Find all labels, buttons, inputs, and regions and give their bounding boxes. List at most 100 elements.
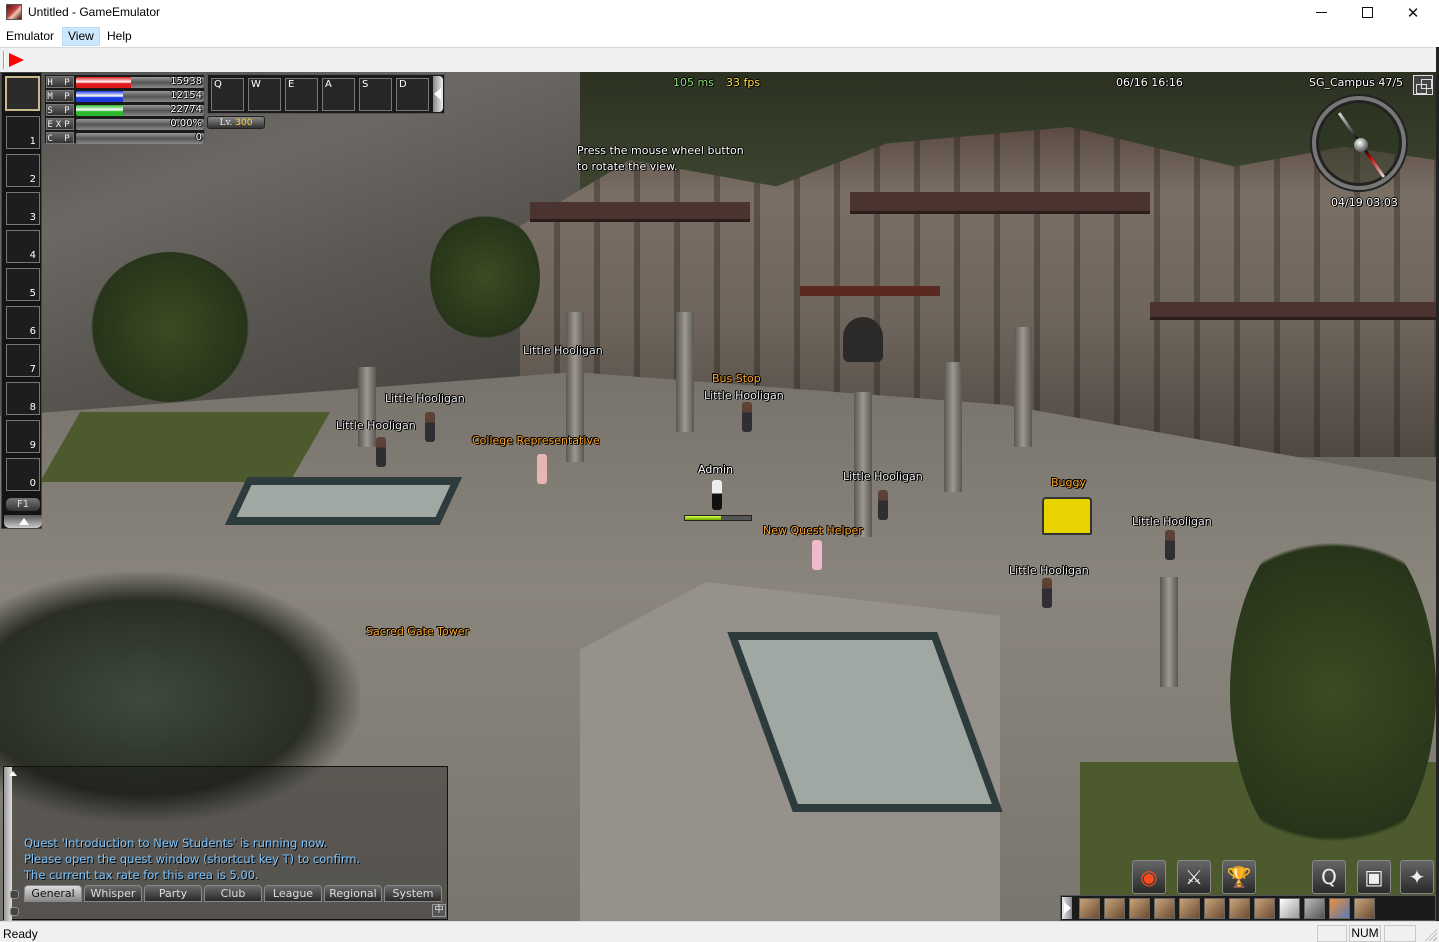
quick-slot-page-button[interactable]: F1 [6, 498, 40, 511]
chat-tab-system[interactable]: System [384, 885, 442, 902]
selected-skill-slot[interactable] [5, 76, 40, 111]
quick-slot-number: 3 [29, 212, 36, 223]
chat-tab-general[interactable]: General [24, 885, 82, 902]
mob-label[interactable]: Little Hooligan [704, 389, 784, 402]
title-bar[interactable]: Untitled - GameEmulator ✕ [0, 0, 1439, 25]
quest-book-icon[interactable] [1179, 898, 1200, 919]
hotbar-collapse-button[interactable] [1062, 897, 1072, 919]
npc-label-new-quest-helper[interactable]: New Quest Helper [763, 524, 863, 537]
skill-slot-d[interactable]: D [396, 78, 429, 111]
mob-label[interactable]: Little Hooligan [843, 470, 923, 483]
real-datetime: 06/16 16:16 [1116, 76, 1183, 89]
inventory-icon[interactable] [1079, 898, 1100, 919]
chat-option-button[interactable] [10, 890, 19, 899]
quick-slot[interactable]: 0 [6, 458, 40, 491]
quick-slot-expand-button[interactable] [4, 515, 42, 528]
player-character[interactable] [712, 480, 722, 510]
skill-book-button[interactable]: ✦ [1400, 860, 1434, 894]
quick-slot[interactable]: 8 [6, 382, 40, 415]
skill-slot-e[interactable]: E [285, 78, 318, 111]
quick-slot[interactable]: 4 [6, 230, 40, 263]
quick-slot[interactable]: 1 [6, 116, 40, 149]
screenshot-camera-button[interactable]: ◉ [1132, 860, 1166, 894]
quick-slot-number: 1 [29, 136, 36, 147]
party-icon[interactable] [1229, 898, 1250, 919]
skills-icon[interactable] [1154, 898, 1175, 919]
mob-label[interactable]: Little Hooligan [523, 344, 603, 357]
chat-tab-party[interactable]: Party [144, 885, 202, 902]
chat-tab-whisper[interactable]: Whisper [84, 885, 142, 902]
pvp-shield-swords-button[interactable]: ⚔ [1177, 860, 1211, 894]
mob-label[interactable]: Little Hooligan [1009, 564, 1089, 577]
stat-row: C P 0 [46, 132, 204, 145]
minimize-button[interactable] [1298, 0, 1344, 25]
inventory-bag-button[interactable]: ▣ [1357, 860, 1391, 894]
npc-new-quest-helper[interactable] [812, 540, 822, 570]
gift-box-icon[interactable] [1304, 898, 1325, 919]
npc-label-sacred-gate-tower[interactable]: Sacred Gate Tower [366, 625, 469, 638]
skill-slot-w[interactable]: W [248, 78, 281, 111]
mob-label[interactable]: Little Hooligan [1132, 515, 1212, 528]
item-shop-icon[interactable] [1329, 898, 1350, 919]
mob-little-hooligan[interactable] [878, 490, 888, 520]
mob-label[interactable]: Little Hooligan [336, 419, 416, 432]
running-man-icon[interactable] [1354, 898, 1375, 919]
chat-tab-regional[interactable]: Regional [324, 885, 382, 902]
quick-slot-number: 7 [29, 364, 36, 375]
quick-slot[interactable]: 9 [6, 420, 40, 453]
mob-little-hooligan[interactable] [376, 437, 386, 467]
menu-view[interactable]: View [62, 27, 100, 46]
game-viewport[interactable]: Little Hooligan Little Hooligan Little H… [0, 72, 1436, 921]
chat-scroll-up-icon[interactable] [9, 771, 17, 776]
stat-label: C P [46, 132, 74, 144]
grass-patch [39, 412, 331, 482]
chat-option-button[interactable] [10, 907, 19, 916]
chat-tab-club[interactable]: Club [204, 885, 262, 902]
quick-slot[interactable]: 6 [6, 306, 40, 339]
quick-slot[interactable]: 3 [6, 192, 40, 225]
play-icon[interactable] [9, 53, 24, 67]
compass-hub [1354, 138, 1368, 152]
window-toggle-icon[interactable] [1413, 75, 1433, 95]
cursor-icon[interactable] [1279, 898, 1300, 919]
menu-emulator[interactable]: Emulator [1, 27, 59, 46]
mob-little-hooligan[interactable] [1165, 530, 1175, 560]
quick-slot-number: 4 [29, 250, 36, 261]
trophy-button[interactable]: 🏆 [1222, 860, 1256, 894]
skill-slot-q[interactable]: Q [211, 78, 244, 111]
skill-slot-s[interactable]: S [359, 78, 392, 111]
map-scroll-icon[interactable] [1129, 898, 1150, 919]
mob-little-hooligan[interactable] [425, 412, 435, 442]
npc-label-buggy[interactable]: Buggy [1051, 476, 1086, 489]
tree [90, 252, 250, 402]
npc-label-bus-stop[interactable]: Bus Stop [712, 372, 761, 385]
quick-slot[interactable]: 2 [6, 154, 40, 187]
mob-label[interactable]: Little Hooligan [385, 392, 465, 405]
chat-tab-league[interactable]: League [264, 885, 322, 902]
character-icon[interactable] [1104, 898, 1125, 919]
buggy-vehicle[interactable] [1042, 497, 1092, 535]
mob-little-hooligan[interactable] [1042, 578, 1052, 608]
compass-icon[interactable] [1312, 96, 1406, 190]
mob-little-hooligan[interactable] [742, 402, 752, 432]
quick-slot-number: 8 [29, 402, 36, 413]
skill-slot-a[interactable]: A [322, 78, 355, 111]
npc-college-representative[interactable] [537, 454, 547, 484]
toolbar-grip[interactable] [3, 51, 5, 69]
pvp-shield-swords-icon: ⚔ [1185, 865, 1203, 889]
bag-icon[interactable] [1204, 898, 1225, 919]
level-prefix: Lv. [219, 118, 233, 128]
quick-slot-bar: 1 2 3 4 5 6 7 8 9 0 F1 [1, 72, 42, 529]
world-map-icon[interactable] [1254, 898, 1275, 919]
close-button[interactable]: ✕ [1390, 0, 1436, 25]
quest-q-button[interactable]: Q [1312, 860, 1346, 894]
ime-indicator[interactable]: 中 [432, 904, 446, 917]
maximize-button[interactable] [1344, 0, 1390, 25]
stone-pillar [854, 392, 872, 537]
skill-bar-collapse-button[interactable] [433, 76, 443, 112]
menu-help[interactable]: Help [102, 27, 137, 46]
npc-label-college-representative[interactable]: College Representative [472, 434, 600, 447]
resize-grip[interactable] [1425, 929, 1437, 941]
quick-slot[interactable]: 7 [6, 344, 40, 377]
quick-slot[interactable]: 5 [6, 268, 40, 301]
